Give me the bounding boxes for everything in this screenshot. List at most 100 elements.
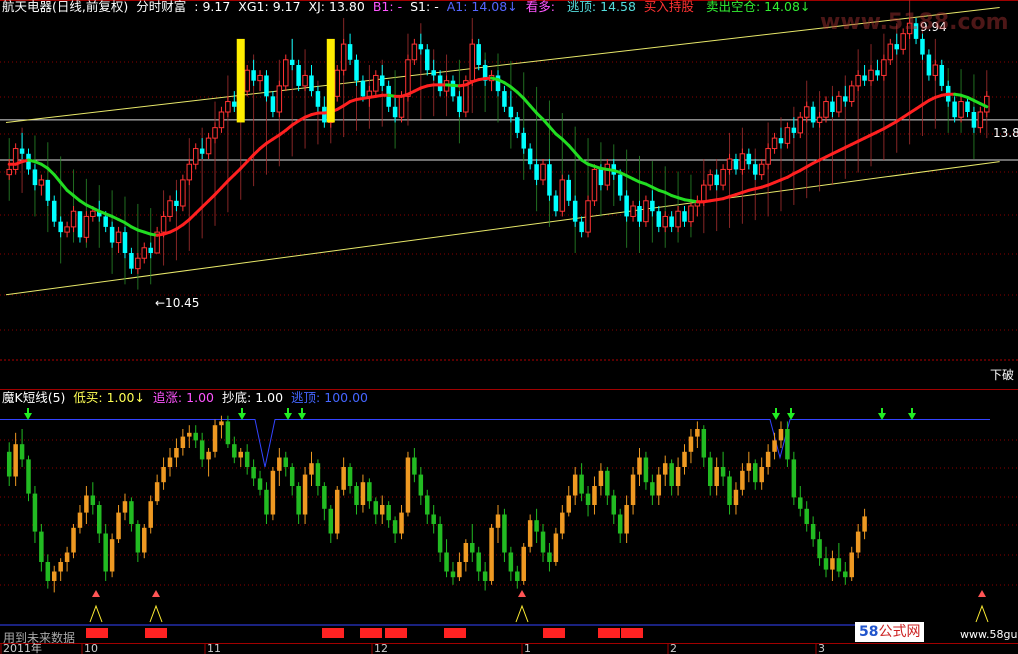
- candle-body: [502, 91, 507, 107]
- sub-candle: [45, 554, 51, 589]
- sub-candle: [334, 486, 340, 540]
- sub-candle-body: [193, 432, 198, 441]
- sub-candle-body: [605, 470, 610, 496]
- candle-body: [932, 64, 939, 76]
- candle-body: [875, 70, 880, 76]
- candle: [212, 122, 218, 144]
- sub-candle: [257, 470, 263, 496]
- candle-body: [515, 117, 520, 133]
- header-item-label: 抄底:: [221, 390, 252, 405]
- sub-candle-body: [572, 474, 578, 496]
- candle: [572, 195, 578, 227]
- sub-candle: [97, 501, 102, 543]
- sub-candle: [19, 429, 25, 467]
- sub-candle-body: [695, 429, 700, 437]
- sub-candle-body: [219, 421, 224, 426]
- candle-body: [83, 215, 90, 238]
- sub-candle-body: [772, 440, 777, 452]
- sub-candle: [508, 546, 514, 581]
- candle-body: [843, 96, 848, 102]
- candle: [186, 159, 193, 186]
- sub-candle-body: [585, 493, 591, 505]
- sub-candle: [84, 486, 89, 524]
- candle: [984, 91, 990, 118]
- candle: [192, 143, 199, 170]
- sub-candle-body: [650, 482, 655, 496]
- sub-candle: [148, 495, 153, 534]
- candle-body: [192, 148, 199, 165]
- sub-candle: [161, 457, 166, 490]
- sub-candle: [212, 419, 218, 458]
- sub-candle-body: [6, 451, 12, 477]
- candle-body: [521, 132, 526, 149]
- header-item: 逃顶: 100.00: [291, 390, 372, 405]
- candle: [624, 190, 629, 222]
- header-item-value: 14.58: [600, 0, 636, 14]
- sub-candle: [26, 455, 31, 502]
- sub-candle-body: [109, 539, 115, 572]
- candle-body: [90, 210, 96, 217]
- candle: [765, 143, 771, 170]
- candle-body: [758, 163, 765, 176]
- candle: [952, 96, 957, 123]
- green-down-arrow: [298, 413, 306, 420]
- sub-candle: [662, 455, 668, 486]
- candle-body: [977, 111, 984, 129]
- candle-body: [251, 70, 256, 81]
- sub-candle: [142, 524, 147, 559]
- candle: [463, 75, 469, 118]
- candle: [656, 206, 662, 233]
- sub-indicator-panel[interactable]: [0, 408, 990, 638]
- sub-candle-body: [45, 562, 51, 581]
- sub-candle: [855, 524, 861, 559]
- buy-signal-block: [444, 628, 466, 638]
- header-item-value: -: [434, 0, 439, 14]
- sub-candle: [399, 505, 404, 540]
- candle: [296, 59, 301, 92]
- sub-candle-body: [13, 444, 18, 477]
- candle: [174, 190, 179, 212]
- candle: [694, 195, 701, 217]
- sub-candle: [836, 543, 842, 578]
- sub-candle: [122, 493, 128, 521]
- candle-body: [939, 65, 945, 86]
- sub-candle: [727, 470, 732, 515]
- sub-candle-body: [470, 543, 475, 553]
- sub-candle: [90, 482, 96, 515]
- sub-candle: [650, 474, 655, 505]
- sub-candle-body: [309, 463, 314, 475]
- sub-candle-body: [129, 501, 134, 524]
- sub-candle-body: [714, 467, 719, 486]
- sub-candle-body: [418, 474, 424, 496]
- x-axis-label: 11: [207, 642, 221, 654]
- candle: [167, 195, 173, 222]
- sub-candle: [270, 467, 276, 521]
- sub-candle-body: [785, 429, 790, 460]
- sub-candle-body: [817, 539, 822, 559]
- candle: [650, 190, 655, 217]
- candle-body: [322, 106, 327, 123]
- yellow-chevron: [975, 604, 989, 623]
- candle-body: [810, 106, 816, 123]
- sub-candle: [624, 495, 629, 543]
- sub-candle-body: [212, 425, 218, 452]
- candle-body: [360, 80, 366, 97]
- sub-candle: [753, 459, 758, 490]
- candle: [778, 127, 784, 149]
- stock-name: 航天电器(日线,前复权): [2, 0, 129, 14]
- sub-candle: [187, 425, 192, 448]
- candle-body: [726, 158, 733, 170]
- kline-chart[interactable]: 2011年 10 11 12 1 2 3: [0, 0, 1018, 654]
- sub-candle-body: [637, 457, 642, 475]
- sub-candle: [605, 467, 610, 505]
- candle-body: [174, 200, 179, 206]
- x-axis: 2011年 10 11 12 1 2 3: [0, 641, 825, 654]
- candle: [354, 54, 359, 86]
- candle-body: [32, 169, 38, 186]
- candle: [843, 85, 848, 107]
- sub-candle-body: [135, 524, 141, 553]
- sub-candle: [695, 421, 700, 448]
- candle-body: [669, 216, 674, 227]
- candle-body: [334, 69, 340, 97]
- buy-signal-block: [322, 628, 344, 638]
